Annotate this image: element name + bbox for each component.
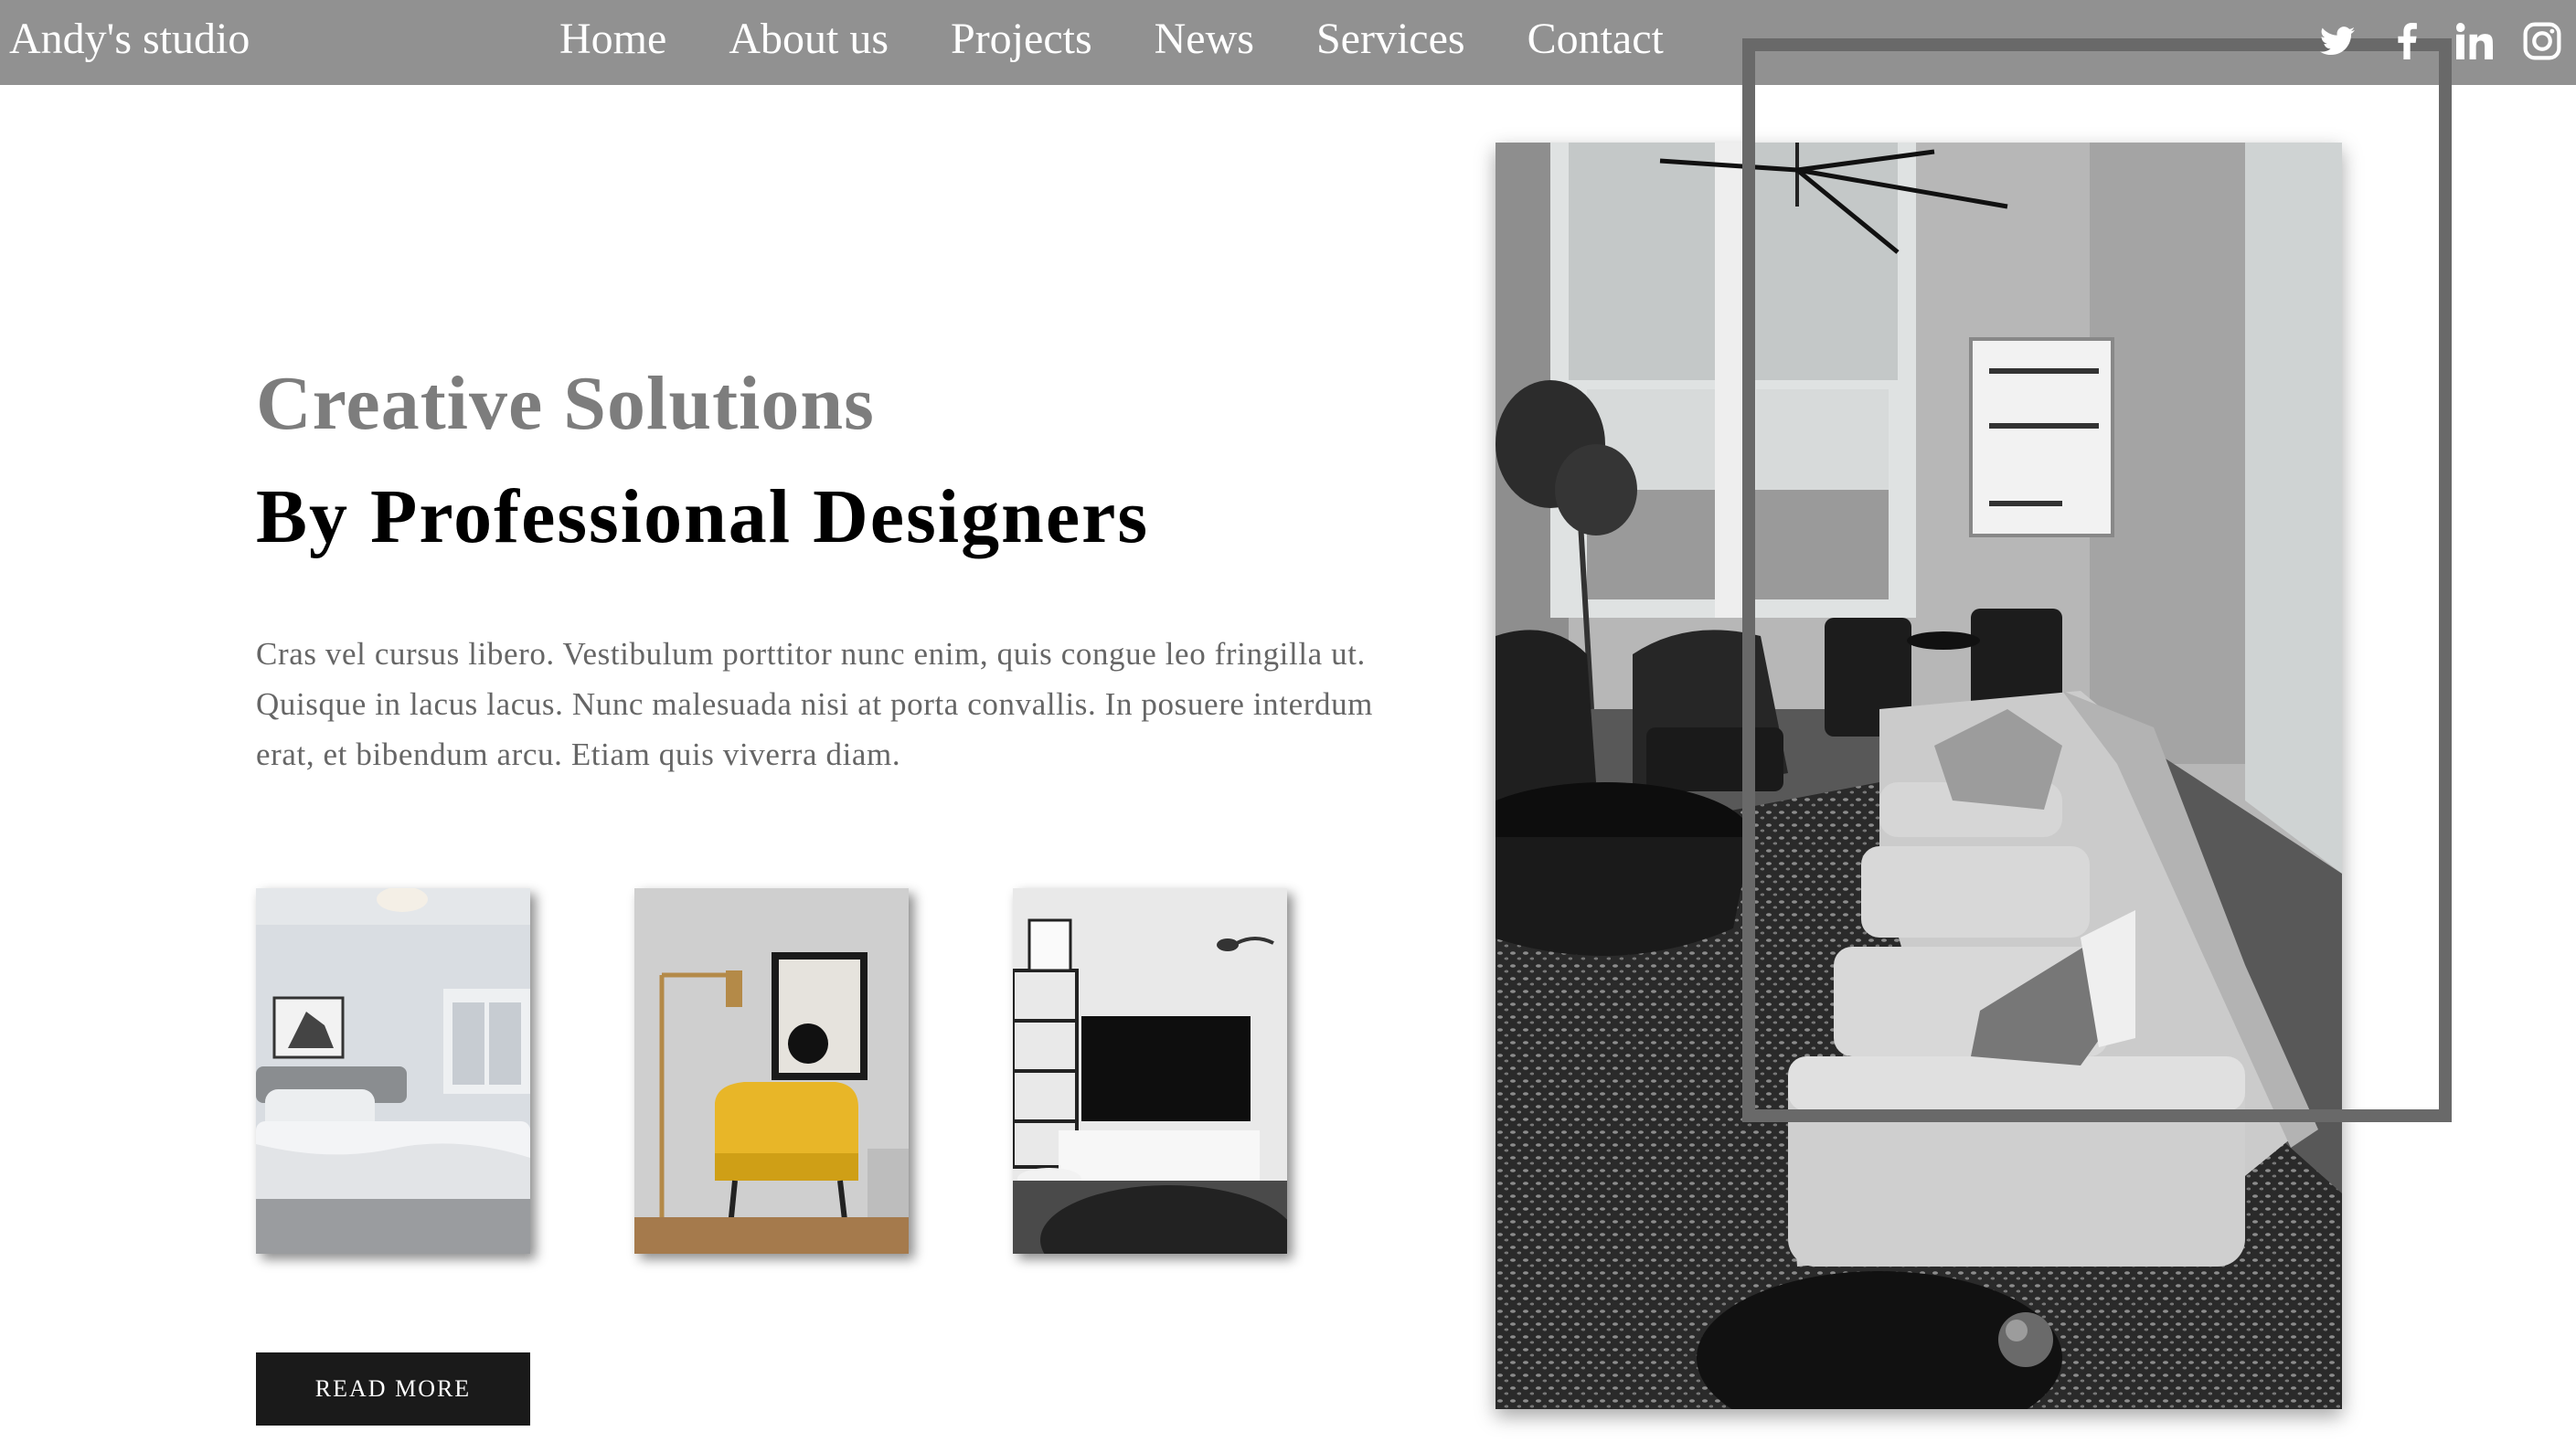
brand-logo-link[interactable]: Andy's studio xyxy=(9,9,250,69)
twitter-link[interactable] xyxy=(1311,20,1353,62)
thumbnail-tv-room[interactable] xyxy=(1013,888,1287,1254)
main-nav: Home About us Projects News Services Con… xyxy=(559,9,1726,69)
facebook-icon[interactable] xyxy=(2386,20,2428,62)
thumbnail-yellow-armchair[interactable] xyxy=(634,888,909,1254)
hero-title: Creative Solutions xyxy=(256,361,875,446)
nav-item-contact[interactable]: Contact xyxy=(1528,9,1664,69)
hero-description: Cras vel cursus libero. Vestibulum portt… xyxy=(256,636,1373,772)
twitter-icon[interactable] xyxy=(2316,20,2358,62)
read-more-button[interactable]: READ MORE xyxy=(256,1352,530,1426)
instagram-icon[interactable] xyxy=(2521,20,2563,62)
hero-living-room-image xyxy=(1496,143,2342,1409)
linkedin-icon[interactable] xyxy=(2454,20,2496,62)
nav-item-home[interactable]: Home xyxy=(559,9,666,69)
top-navbar: Andy's studio Home About us Projects New… xyxy=(0,0,2576,85)
thumbnail-bedroom[interactable] xyxy=(256,888,530,1254)
nav-item-news[interactable]: News xyxy=(1155,9,1254,69)
hero-subtitle: By Professional Designers xyxy=(256,474,1150,559)
nav-item-projects[interactable]: Projects xyxy=(951,9,1092,69)
nav-item-about-us[interactable]: About us xyxy=(729,9,889,69)
